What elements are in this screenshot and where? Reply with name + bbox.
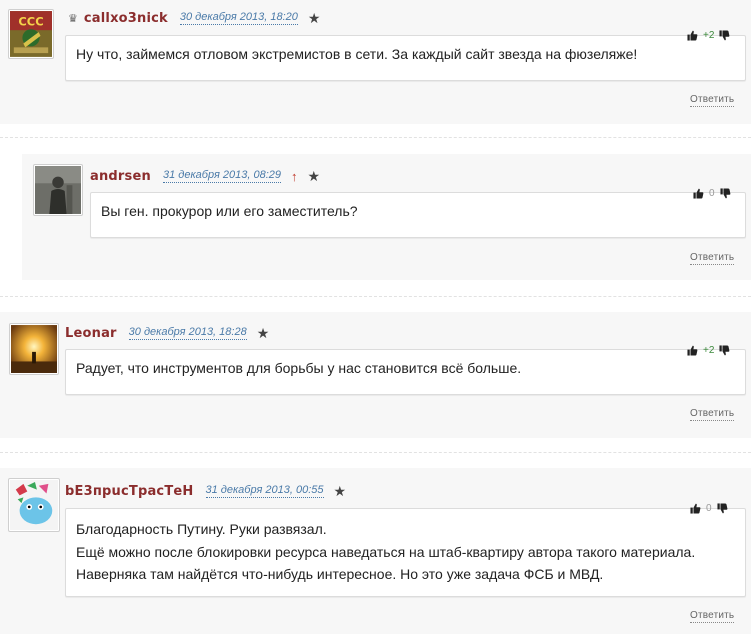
- rating-score: 0: [706, 503, 712, 514]
- divider: [0, 137, 751, 138]
- thumb-up-icon[interactable]: [690, 503, 701, 514]
- comment-text-line: Вы ген. прокурор или его заместитель?: [101, 203, 358, 219]
- comment-body: Радует, что инструментов для борьбы у на…: [65, 349, 746, 395]
- avatar[interactable]: [8, 478, 60, 532]
- comment-author[interactable]: Leonar: [65, 326, 117, 341]
- star-icon[interactable]: ★: [257, 325, 270, 342]
- avatar-leonar-icon: [11, 325, 57, 373]
- reply-link[interactable]: Ответить: [690, 408, 735, 421]
- comment-1: CCC ♛ callxo3nick 30 декабря 2013, 18:20…: [0, 0, 751, 124]
- comment-author[interactable]: andrsen: [90, 169, 151, 184]
- thumb-up-icon[interactable]: [687, 30, 698, 41]
- comment-2: andrsen 31 декабря 2013, 08:29 ↑ ★ Вы ге…: [22, 154, 751, 280]
- comment-text-line: Наверняка там найдётся что-нибудь интере…: [76, 566, 604, 582]
- star-icon[interactable]: ★: [308, 10, 321, 27]
- comment-date[interactable]: 31 декабря 2013, 08:29: [162, 169, 281, 183]
- avatar-andrsen-icon: [35, 166, 81, 214]
- comment-text-line: Благодарность Путину. Руки развязал.: [76, 521, 327, 537]
- divider: [0, 452, 751, 453]
- thumb-down-icon[interactable]: [720, 188, 731, 199]
- thumb-up-icon[interactable]: [693, 188, 704, 199]
- comment-text-line: Радует, что инструментов для борьбы у на…: [76, 360, 522, 376]
- rating-widget: +2: [687, 345, 730, 356]
- star-icon[interactable]: ★: [334, 483, 347, 500]
- comment-date[interactable]: 30 декабря 2013, 18:20: [179, 11, 298, 25]
- avatar[interactable]: [33, 164, 83, 216]
- comment-date[interactable]: 30 декабря 2013, 18:28: [128, 326, 247, 340]
- avatar[interactable]: CCC: [8, 9, 54, 59]
- reply-link[interactable]: Ответить: [690, 610, 735, 623]
- comment-body: Вы ген. прокурор или его заместитель?: [90, 192, 746, 238]
- comment-3: Leonar 30 декабря 2013, 18:28 ★ Радует, …: [0, 312, 751, 438]
- thumb-down-icon[interactable]: [717, 503, 728, 514]
- avatar-bezpristrasten-icon: [10, 480, 58, 530]
- avatar[interactable]: [9, 323, 59, 375]
- parent-comment-link[interactable]: ↑: [291, 169, 298, 184]
- thumb-down-icon[interactable]: [719, 30, 730, 41]
- comment-author[interactable]: callxo3nick: [84, 11, 168, 26]
- rating-widget: +2: [687, 30, 730, 41]
- rating-score: +2: [703, 345, 715, 356]
- svg-text:CCC: CCC: [18, 14, 43, 28]
- comment-text-line: Ещё можно после блокировки ресурса навед…: [76, 543, 696, 560]
- rating-widget: 0: [693, 188, 731, 199]
- comment-4: bE3прucТрасТеН 31 декабря 2013, 00:55 ★ …: [0, 468, 751, 634]
- reply-link[interactable]: Ответить: [690, 252, 735, 265]
- comment-body: Благодарность Путину. Руки развязал. Ещё…: [65, 508, 746, 597]
- comment-body: Ну что, займемся отловом экстремистов в …: [65, 35, 746, 81]
- rating-widget: 0: [690, 503, 728, 514]
- thumb-down-icon[interactable]: [719, 345, 730, 356]
- thumb-up-icon[interactable]: [687, 345, 698, 356]
- comment-text-line: Ну что, займемся отловом экстремистов в …: [76, 46, 638, 62]
- reply-link[interactable]: Ответить: [690, 94, 735, 107]
- avatar-callxo3nick-icon: CCC: [10, 11, 52, 57]
- rating-score: +2: [703, 30, 715, 41]
- comment-date[interactable]: 31 декабря 2013, 00:55: [205, 484, 324, 498]
- comment-author[interactable]: bE3прucТрасТеН: [65, 484, 194, 499]
- rating-score: 0: [709, 188, 715, 199]
- star-icon[interactable]: ★: [308, 168, 321, 185]
- crown-icon: ♛: [68, 12, 78, 25]
- divider: [0, 296, 751, 297]
